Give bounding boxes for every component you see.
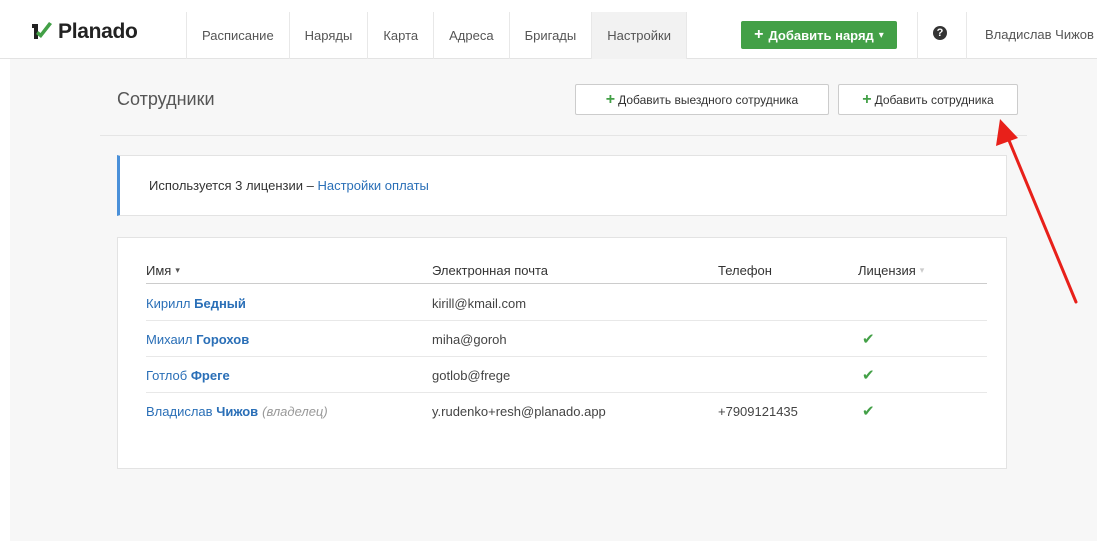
sort-caret-icon: ▾ [919,264,925,275]
employee-license-cell: ✔ [858,321,987,357]
table-row: Михаил Горохов miha@goroh ✔ [146,321,987,357]
check-icon: ✔ [862,367,875,384]
column-header-name[interactable]: Имя ▾ [146,256,432,284]
plus-icon: + [754,26,764,43]
nav-item-settings[interactable]: Настройки [591,12,687,59]
license-count-text: Используется 3 лицензии – [149,178,318,193]
license-info-box: Используется 3 лицензии – Настройки опла… [117,155,1007,216]
nav-item-orders[interactable]: Наряды [288,12,368,59]
column-header-phone: Телефон [718,262,772,278]
add-employee-button[interactable]: + Добавить сотрудника [838,84,1018,115]
table-header: Имя ▾ Электронная почта Телефон Лицензия… [146,256,987,284]
nav-item-addresses[interactable]: Адреса [433,12,508,59]
employee-phone [718,321,858,357]
nav-divider [966,12,967,59]
employee-name-link[interactable]: Михаил Горохов [146,332,249,347]
planado-logo[interactable]: Planado [30,20,138,44]
brand-name: Planado [58,20,138,43]
employee-phone [718,357,858,393]
add-employee-label: Добавить сотрудника [874,92,994,107]
employee-name-cell: Готлоб Фреге [146,357,432,393]
employees-table: Имя ▾ Электронная почта Телефон Лицензия… [117,237,1007,469]
table-row: Кирилл Бедный kirill@kmail.com [146,285,987,321]
add-field-employee-button[interactable]: + Добавить выездного сотрудника [575,84,829,115]
add-order-button[interactable]: + Добавить наряд ▾ [741,21,897,49]
check-icon: ✔ [862,403,875,420]
employee-email: gotlob@frege [432,367,511,383]
column-name-label: Имя [146,262,172,278]
employee-license-cell: ✔ [858,357,987,393]
employee-name-cell: Кирилл Бедный [146,285,432,321]
plus-icon: + [862,90,872,108]
help-icon[interactable]: ? [933,26,947,40]
employee-license-cell [858,285,987,321]
page-title: Сотрудники [117,89,215,109]
top-navbar: Planado Расписание Наряды Карта Адреса Б… [0,0,1097,59]
nav-divider [917,12,918,59]
employee-name-link[interactable]: Кирилл Бедный [146,296,246,311]
employee-name-cell: Михаил Горохов [146,321,432,357]
employee-name-cell: Владислав Чижов (владелец) [146,393,432,429]
caret-down-icon: ▾ [878,29,884,41]
employee-name-link[interactable]: Готлоб Фреге [146,368,230,383]
main-nav: Расписание Наряды Карта Адреса Бригады Н… [186,12,687,59]
employee-name-link[interactable]: Владислав Чижов [146,404,258,419]
employee-email: miha@goroh [432,331,507,347]
add-order-label: Добавить наряд [768,27,874,43]
plus-icon: + [605,90,616,108]
nav-item-map[interactable]: Карта [367,12,433,59]
add-field-employee-label: Добавить выездного сотрудника [618,92,799,107]
table-row: Владислав Чижов (владелец) y.rudenko+resh… [146,393,987,429]
page-header: Сотрудники + Добавить выездного сотрудни… [100,59,1027,136]
main-content: Сотрудники + Добавить выездного сотрудни… [10,59,1097,541]
nav-item-schedule[interactable]: Расписание [186,12,289,59]
nav-item-teams[interactable]: Бригады [508,12,592,59]
owner-tag: (владелец) [262,403,328,419]
table-row: Готлоб Фреге gotlob@frege ✔ [146,357,987,393]
employee-email: y.rudenko+resh@planado.app [432,403,606,419]
license-info-text: Используется 3 лицензии – Настройки опла… [149,178,429,193]
check-icon: ✔ [862,331,875,348]
employee-phone: +7909121435 [718,403,798,419]
employee-phone [718,285,858,321]
employee-license-cell: ✔ [858,393,987,429]
user-menu[interactable]: Владислав Чижов [985,27,1094,42]
employee-email: kirill@kmail.com [432,295,527,311]
column-header-email: Электронная почта [432,262,549,278]
column-header-license[interactable]: Лицензия ▾ [858,256,987,284]
planado-logo-icon [32,22,52,39]
column-license-label: Лицензия [858,262,916,278]
billing-settings-link[interactable]: Настройки оплаты [317,178,428,193]
sort-caret-icon: ▾ [175,264,180,275]
